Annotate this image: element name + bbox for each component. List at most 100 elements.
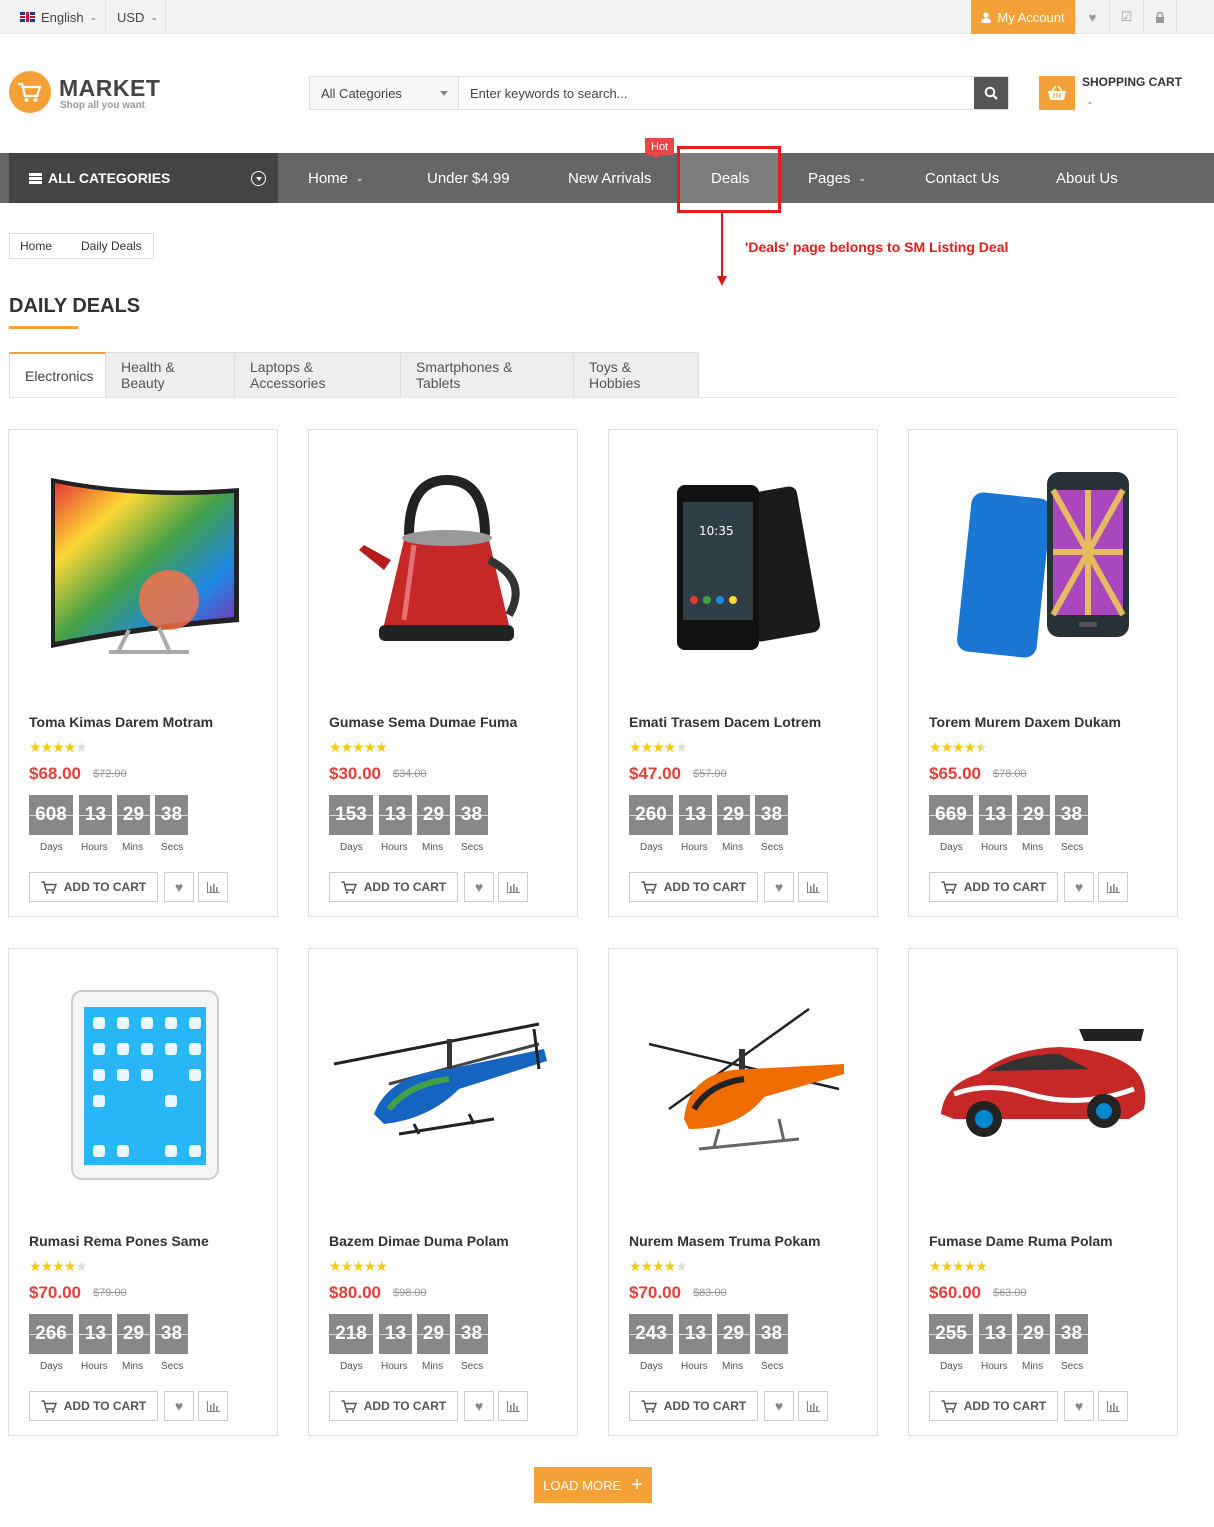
product-price: $65.00	[929, 764, 981, 783]
add-to-wishlist-button[interactable]: ♥	[1064, 872, 1094, 902]
nav-under-4-99[interactable]: Under $4.99	[427, 153, 510, 203]
product-card: 10:35 Emati Trasem Dacem Lotrem ★★★★★ $47.0…	[608, 429, 878, 917]
logo-cart-icon[interactable]	[9, 71, 51, 113]
checkout-button[interactable]: ☑	[1109, 0, 1143, 34]
bar-chart-icon	[506, 881, 520, 893]
add-to-wishlist-button[interactable]: ♥	[464, 872, 494, 902]
product-name[interactable]: Emati Trasem Dacem Lotrem	[629, 714, 821, 730]
tab-smartphones-tablets[interactable]: Smartphones & Tablets	[401, 352, 574, 398]
product-image[interactable]	[29, 450, 259, 680]
add-to-cart-button[interactable]: ADD TO CART	[629, 1391, 758, 1421]
product-name[interactable]: Rumasi Rema Pones Same	[29, 1233, 209, 1249]
load-more-button[interactable]: LOAD MORE +	[534, 1467, 652, 1503]
rating-stars: ★★★★★	[29, 1258, 88, 1275]
logo-name[interactable]: MARKET	[59, 75, 160, 102]
product-name[interactable]: Toma Kimas Darem Motram	[29, 714, 213, 730]
all-categories-button[interactable]: ALL CATEGORIES	[9, 153, 278, 203]
countdown-days-label: Days	[40, 1361, 63, 1372]
add-to-cart-button[interactable]: ADD TO CART	[329, 872, 458, 902]
compare-button[interactable]	[498, 872, 528, 902]
product-old-price: $72.00	[93, 768, 127, 780]
login-button[interactable]	[1143, 0, 1177, 34]
compare-button[interactable]	[198, 872, 228, 902]
product-price: $70.00	[29, 1283, 81, 1302]
bar-chart-icon	[1106, 1400, 1120, 1412]
add-to-wishlist-button[interactable]: ♥	[164, 1391, 194, 1421]
breadcrumb-home[interactable]: Home	[9, 233, 65, 259]
heart-icon: ♥	[1088, 9, 1097, 25]
countdown-days: 153	[329, 795, 373, 835]
nav-new-arrivals[interactable]: New Arrivals	[568, 153, 651, 203]
cart-icon	[941, 880, 957, 894]
compare-button[interactable]	[1098, 1391, 1128, 1421]
product-image[interactable]	[629, 969, 859, 1199]
compare-button[interactable]	[498, 1391, 528, 1421]
category-tabs: Electronics Health & Beauty Laptops & Ac…	[9, 352, 699, 398]
product-name[interactable]: Nurem Masem Truma Pokam	[629, 1233, 820, 1249]
compare-button[interactable]	[798, 872, 828, 902]
add-to-wishlist-button[interactable]: ♥	[464, 1391, 494, 1421]
add-to-cart-button[interactable]: ADD TO CART	[329, 1391, 458, 1421]
shopping-cart-button[interactable]	[1039, 76, 1075, 110]
countdown-days-label: Days	[340, 1361, 363, 1372]
uk-flag-icon	[20, 12, 35, 22]
product-image[interactable]	[329, 969, 559, 1199]
search-button[interactable]	[974, 77, 1008, 109]
currency-selector[interactable]: USD ⌄	[117, 0, 158, 34]
product-name[interactable]: Gumase Sema Dumae Fuma	[329, 714, 517, 730]
product-image[interactable]	[29, 969, 259, 1199]
add-to-cart-button[interactable]: ADD TO CART	[929, 872, 1058, 902]
add-to-cart-button[interactable]: ADD TO CART	[929, 1391, 1058, 1421]
star-icon: ★	[63, 1258, 77, 1274]
rating-stars: ★★★★★	[929, 1258, 988, 1275]
countdown-mins: 29	[417, 1314, 450, 1354]
add-to-cart-button[interactable]: ADD TO CART	[29, 872, 158, 902]
product-name[interactable]: Fumase Dame Ruma Polam	[929, 1233, 1113, 1249]
nav-home[interactable]: Home ⌄	[308, 153, 364, 203]
add-to-cart-button[interactable]: ADD TO CART	[629, 872, 758, 902]
language-selector[interactable]: English ⌄	[20, 0, 97, 34]
add-to-wishlist-button[interactable]: ♥	[764, 1391, 794, 1421]
my-account-button[interactable]: My Account	[971, 0, 1075, 34]
bar-chart-icon	[506, 1400, 520, 1412]
compare-button[interactable]	[198, 1391, 228, 1421]
rating-stars: ★★★★★	[329, 1258, 388, 1275]
product-name[interactable]: Torem Murem Daxem Dukam	[929, 714, 1121, 730]
countdown-secs: 38	[755, 1314, 788, 1354]
tab-label: Smartphones & Tablets	[416, 359, 513, 391]
tab-health-beauty[interactable]: Health & Beauty	[106, 352, 235, 398]
cart-icon	[341, 1399, 357, 1413]
compare-button[interactable]	[798, 1391, 828, 1421]
load-more-label: LOAD MORE	[543, 1477, 622, 1493]
wishlist-button[interactable]: ♥	[1075, 0, 1109, 34]
product-price: $47.00	[629, 764, 681, 783]
product-name[interactable]: Bazem Dimae Duma Polam	[329, 1233, 509, 1249]
product-image[interactable]: 10:35	[629, 450, 859, 680]
shopping-cart-title[interactable]: SHOPPING CART	[1082, 75, 1182, 89]
list-icon	[29, 172, 42, 184]
nav-about-us[interactable]: About Us	[1056, 153, 1118, 203]
tab-laptops-accessories[interactable]: Laptops & Accessories	[235, 352, 401, 398]
search-input[interactable]	[459, 77, 974, 109]
countdown-days: 255	[929, 1314, 973, 1354]
compare-button[interactable]	[1098, 872, 1128, 902]
add-to-wishlist-button[interactable]: ♥	[164, 872, 194, 902]
cart-icon	[18, 82, 42, 102]
product-image[interactable]	[329, 450, 559, 680]
nav-pages[interactable]: Pages ⌄	[808, 153, 866, 203]
add-to-cart-label: ADD TO CART	[663, 1399, 747, 1413]
product-image[interactable]	[929, 969, 1159, 1199]
product-image[interactable]	[929, 450, 1159, 680]
add-to-wishlist-button[interactable]: ♥	[1064, 1391, 1094, 1421]
breadcrumb-home-label: Home	[20, 239, 53, 253]
star-icon: ★	[352, 1258, 365, 1274]
tab-electronics[interactable]: Electronics	[9, 352, 106, 398]
heart-icon: ♥	[774, 1398, 784, 1414]
currency-label: USD	[117, 9, 145, 25]
search-category-select[interactable]: All Categories	[310, 77, 459, 109]
nav-contact-us[interactable]: Contact Us	[925, 153, 999, 203]
add-to-wishlist-button[interactable]: ♥	[764, 872, 794, 902]
add-to-cart-button[interactable]: ADD TO CART	[29, 1391, 158, 1421]
star-icon: ★	[640, 739, 654, 755]
tab-toys-hobbies[interactable]: Toys & Hobbies	[574, 352, 699, 398]
